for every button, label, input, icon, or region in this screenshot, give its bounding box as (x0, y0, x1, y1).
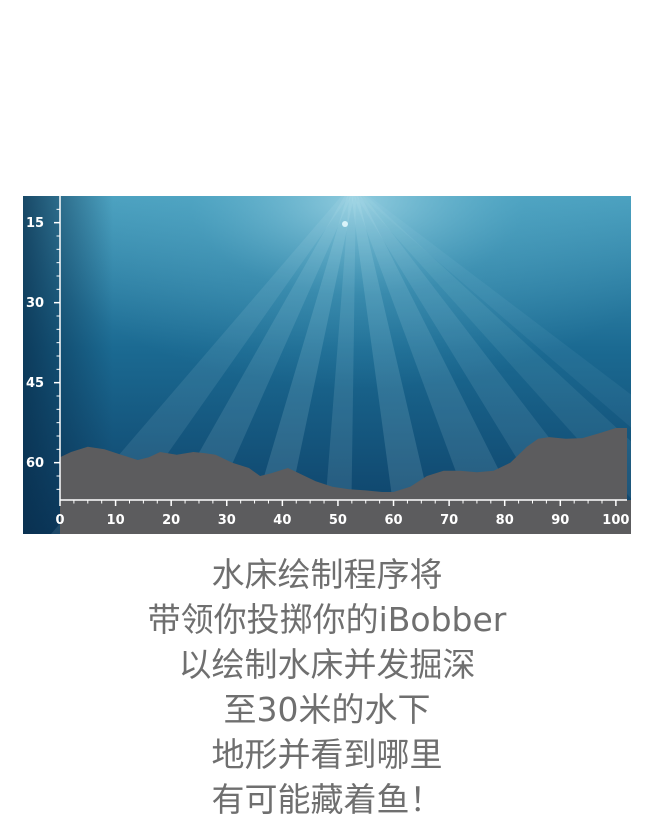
caption-line: 水床绘制程序将 (211, 555, 443, 594)
caption-line: 地形并看到哪里 (211, 735, 443, 774)
caption-line: 至30米的水下 (223, 690, 431, 729)
x-tick-label: 90 (551, 513, 569, 528)
caption-line: 有可能藏着鱼！ (211, 780, 443, 819)
caption-line: 以绘制水床并发掘深 (178, 645, 476, 684)
caption-block: 水床绘制程序将 带领你投掷你的iBobber 以绘制水床并发掘深 至30米的水下… (0, 552, 654, 822)
x-tick-label: 0 (55, 513, 64, 528)
x-tick-label: 100 (602, 513, 629, 528)
x-tick-label: 40 (273, 513, 291, 528)
x-tick-label: 80 (496, 513, 514, 528)
x-tick-label: 60 (384, 513, 402, 528)
y-tick-label: 45 (26, 376, 44, 391)
x-tick-label: 70 (440, 513, 458, 528)
depth-chart-svg: 15 30 45 60 0 10 20 30 40 50 60 70 80 90 100 (23, 196, 631, 534)
x-tick-label: 20 (162, 513, 180, 528)
y-tick-label: 30 (26, 296, 44, 311)
depth-chart: 15 30 45 60 0 10 20 30 40 50 60 70 80 90 100 (23, 196, 631, 534)
y-tick-label: 60 (26, 456, 44, 471)
y-tick-label: 15 (26, 216, 44, 231)
x-tick-label: 30 (218, 513, 236, 528)
x-tick-label: 50 (329, 513, 347, 528)
caption-line: 带领你投掷你的iBobber (147, 600, 507, 639)
x-tick-label: 10 (107, 513, 125, 528)
